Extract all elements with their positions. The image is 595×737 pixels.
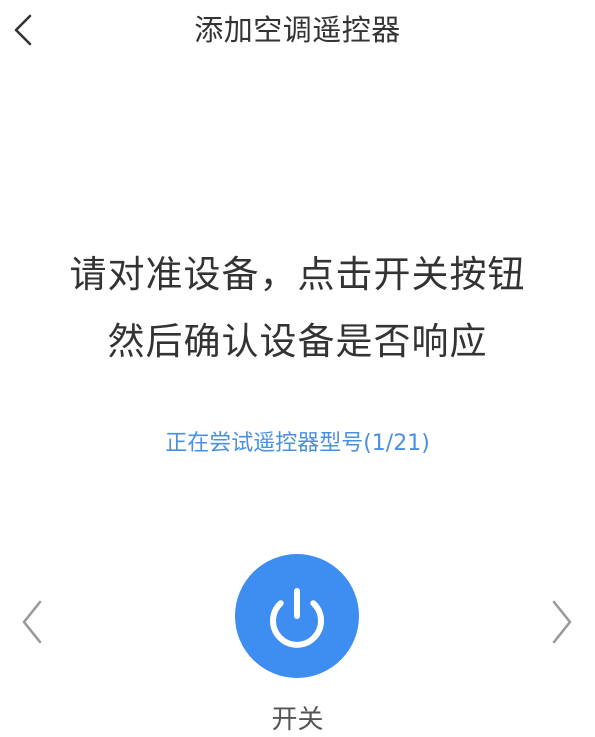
previous-model-button[interactable] xyxy=(14,594,50,650)
chevron-right-icon xyxy=(552,600,572,644)
instruction-line-2: 然后确认设备是否响应 xyxy=(107,320,488,363)
instruction-line-1: 请对准设备，点击开关按钮 xyxy=(69,253,526,296)
power-icon xyxy=(270,588,324,648)
model-trial-status: 正在尝试遥控器型号(1/21) xyxy=(165,431,430,456)
page-title: 添加空调遥控器 xyxy=(194,13,401,47)
header-bar: 添加空调遥控器 xyxy=(0,0,595,64)
next-model-button[interactable] xyxy=(544,594,580,650)
chevron-left-icon xyxy=(22,600,42,644)
power-button[interactable] xyxy=(235,554,359,678)
power-button-label: 开关 xyxy=(271,705,324,735)
